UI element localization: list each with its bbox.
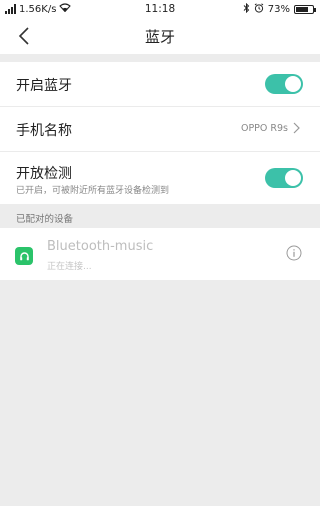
bluetooth-label: 开启蓝牙 (16, 78, 72, 94)
device-name: Bluetooth-music (47, 239, 154, 254)
status-right: 73% (243, 2, 316, 16)
discoverable-row[interactable]: 开放检测 已开启，可被附近所有蓝牙设备检测到 (0, 152, 320, 204)
title-bar: 蓝牙 (0, 18, 320, 54)
device-name-label: 手机名称 (16, 123, 72, 139)
discoverable-toggle[interactable] (265, 168, 303, 188)
paired-device-row[interactable]: Bluetooth-music 正在连接... (0, 228, 320, 280)
headset-icon (15, 247, 33, 265)
discoverable-subtitle: 已开启，可被附近所有蓝牙设备检测到 (16, 186, 170, 196)
discoverable-label: 开放检测 (16, 166, 72, 182)
bluetooth-icon (243, 2, 250, 16)
chevron-right-icon (293, 122, 300, 134)
settings-card: 开启蓝牙 手机名称 OPPO R9s 开放检测 已开启，可被附近所有蓝牙设备检测… (0, 62, 320, 204)
device-name-value: OPPO R9s (240, 123, 288, 134)
device-status: 正在连接... (47, 262, 92, 272)
bluetooth-row[interactable]: 开启蓝牙 (0, 62, 320, 107)
battery-percent: 73% (267, 4, 290, 15)
page-title: 蓝牙 (144, 28, 175, 46)
device-name-row[interactable]: 手机名称 OPPO R9s (0, 107, 320, 152)
status-bar: 1.56K/s 11:18 73% (0, 0, 320, 18)
info-icon (286, 245, 302, 261)
alarm-icon (254, 3, 264, 16)
battery-icon (294, 5, 316, 14)
bluetooth-settings-screen: 1.56K/s 11:18 73% 蓝牙 开启蓝牙 手机名称 OPPO R9s … (0, 0, 320, 506)
device-info-button[interactable] (286, 245, 302, 261)
paired-devices-header: 已配对的设备 (16, 214, 74, 225)
bluetooth-toggle[interactable] (265, 74, 303, 94)
